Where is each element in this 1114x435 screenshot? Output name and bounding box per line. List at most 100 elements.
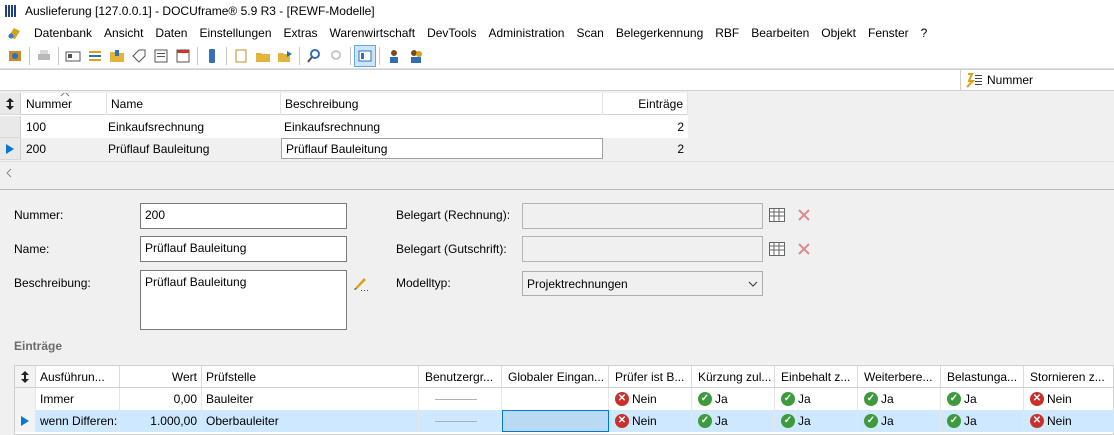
open-folder-icon[interactable] xyxy=(252,45,274,67)
table-row-selected[interactable]: wenn Differen: 1.000,00 Oberbauleiter ✕ N… xyxy=(15,410,1114,432)
search-icon[interactable] xyxy=(303,45,325,67)
row-selector[interactable] xyxy=(0,116,21,138)
cell-ausfuehrung: wenn Differen: xyxy=(36,410,120,432)
belegart-gutschrift-label: Belegart (Gutschrift): xyxy=(396,242,507,256)
toolbar-separator xyxy=(379,46,380,65)
detail-view-icon[interactable] xyxy=(354,44,376,67)
name-label: Name: xyxy=(14,242,50,256)
menu-help[interactable]: ? xyxy=(915,26,934,40)
belegart-rechnung-field[interactable] xyxy=(522,203,763,229)
current-row-icon xyxy=(15,410,36,432)
cell-kuerzung-text: Ja xyxy=(715,392,728,406)
find-disabled-icon[interactable] xyxy=(325,45,347,67)
column-chooser-icon[interactable] xyxy=(0,93,21,115)
cell-globaler-eingang-editor[interactable] xyxy=(502,410,609,432)
col-wert[interactable]: Wert xyxy=(120,366,202,388)
edit-pencil-icon[interactable] xyxy=(352,274,370,292)
menu-devtools[interactable]: DevTools xyxy=(421,26,482,40)
menu-datenbank[interactable]: Datenbank xyxy=(28,26,98,40)
table-row[interactable]: 100 Einkaufsrechnung Einkaufsrechnung 2 xyxy=(0,116,688,138)
col-eintraege[interactable]: Einträge xyxy=(603,93,688,115)
col-stornieren[interactable]: Stornieren z... xyxy=(1024,366,1114,388)
toolbar-separator xyxy=(58,46,59,65)
scroll-left-icon[interactable] xyxy=(6,168,12,178)
table-row-selected[interactable]: 200 Prüflauf Bauleitung Prüflauf Bauleit… xyxy=(0,138,688,160)
print-icon[interactable] xyxy=(33,45,55,67)
menu-daten[interactable]: Daten xyxy=(149,26,193,40)
menu-ansicht[interactable]: Ansicht xyxy=(98,26,149,40)
toolbar-separator xyxy=(226,46,227,65)
list-icon[interactable] xyxy=(84,45,106,67)
report-icon[interactable] xyxy=(150,45,172,67)
menu-einstellungen[interactable]: Einstellungen xyxy=(193,26,277,40)
user-icon[interactable] xyxy=(383,45,405,67)
menu-warenwirtschaft[interactable]: Warenwirtschaft xyxy=(324,26,422,40)
calendar-icon[interactable] xyxy=(172,45,194,67)
entries-grid: Ausführun... Wert Prüfstelle Benutzergr.… xyxy=(14,365,1114,435)
yes-icon: ✓ xyxy=(864,414,878,428)
sort-field[interactable]: Nummer xyxy=(960,70,1114,90)
cell-belastung: ✓ Ja xyxy=(941,410,1024,432)
cell-pruefstelle: Oberbauleiter xyxy=(202,410,419,432)
col-kuerzung[interactable]: Kürzung zul... xyxy=(692,366,775,388)
row-selector[interactable] xyxy=(15,388,36,410)
phone-icon[interactable] xyxy=(201,45,223,67)
name-field[interactable]: Prüflauf Bauleitung xyxy=(140,236,347,262)
clear-icon[interactable] xyxy=(797,242,811,256)
menu-objekt[interactable]: Objekt xyxy=(815,26,862,40)
no-icon: ✕ xyxy=(615,392,629,406)
cell-einbehalt-text: Ja xyxy=(798,392,811,406)
col-weiterberechnung[interactable]: Weiterbere... xyxy=(858,366,941,388)
entries-header: Ausführun... Wert Prüfstelle Benutzergr.… xyxy=(15,366,1114,388)
system-menu-icon[interactable] xyxy=(6,25,22,41)
col-globaler-eingang[interactable]: Globaler Eingan... xyxy=(502,366,609,388)
sort-label: Nummer xyxy=(987,73,1034,87)
col-benutzergruppe[interactable]: Benutzergr... xyxy=(419,366,502,388)
menu-rbf[interactable]: RBF xyxy=(709,26,745,40)
modelltyp-select[interactable]: Projektrechnungen xyxy=(522,271,763,296)
menu-extras[interactable]: Extras xyxy=(278,26,324,40)
menu-administration[interactable]: Administration xyxy=(482,26,570,40)
col-belastung[interactable]: Belastunga... xyxy=(941,366,1024,388)
window-title: Auslieferung [127.0.0.1] - DOCUframe® 5.… xyxy=(25,4,375,18)
col-nummer[interactable]: Nummer xyxy=(22,93,107,115)
table-picker-icon[interactable] xyxy=(769,242,785,256)
cell-eintraege: 2 xyxy=(677,142,684,156)
folder-icon[interactable] xyxy=(106,45,128,67)
address-card-icon[interactable] xyxy=(62,45,84,67)
menu-scan[interactable]: Scan xyxy=(570,26,609,40)
menu-bearbeiten[interactable]: Bearbeiten xyxy=(745,26,815,40)
horizontal-scrollbar[interactable] xyxy=(0,161,1114,183)
export-icon[interactable] xyxy=(274,45,296,67)
col-einbehalt[interactable]: Einbehalt z... xyxy=(775,366,858,388)
connect-icon[interactable] xyxy=(4,45,26,67)
app-icon xyxy=(5,5,19,17)
col-beschreibung[interactable]: Beschreibung xyxy=(281,93,603,115)
splitter[interactable] xyxy=(0,189,1114,193)
cell-einbehalt: ✓ Ja xyxy=(775,410,858,432)
nummer-field[interactable]: 200 xyxy=(140,203,347,229)
users-icon[interactable] xyxy=(405,45,427,67)
col-name[interactable]: Name xyxy=(107,93,281,115)
belegart-gutschrift-field[interactable] xyxy=(522,236,763,262)
menu-fenster[interactable]: Fenster xyxy=(862,26,915,40)
col-pruefer[interactable]: Prüfer ist B... xyxy=(609,366,692,388)
cell-globaler-eingang xyxy=(502,388,609,410)
column-chooser-icon[interactable] xyxy=(15,366,36,388)
clear-icon[interactable] xyxy=(797,208,811,222)
table-row[interactable]: Immer 0,00 Bauleiter ✕ Nein ✓ Ja ✓ Ja ✓ Ja ✓… xyxy=(15,388,1114,410)
cell-wert: 0,00 xyxy=(120,388,202,410)
col-pruefstelle[interactable]: Prüfstelle xyxy=(202,366,419,388)
cell-beschreibung-editor[interactable]: Prüflauf Bauleitung xyxy=(281,138,603,159)
beschreibung-field[interactable]: Prüflauf Bauleitung xyxy=(140,270,347,330)
cell-weiter-text: Ja xyxy=(881,392,894,406)
toolbar-separator xyxy=(350,46,351,65)
cell-wert: 1.000,00 xyxy=(120,410,202,432)
title-bar: Auslieferung [127.0.0.1] - DOCUframe® 5.… xyxy=(0,0,1114,22)
table-picker-icon[interactable] xyxy=(769,208,785,222)
cell-pruefer: ✕ Nein xyxy=(609,388,692,410)
menu-belegerkennung[interactable]: Belegerkennung xyxy=(610,26,709,40)
new-document-icon[interactable] xyxy=(230,45,252,67)
col-ausfuehrung[interactable]: Ausführun... xyxy=(36,366,120,388)
tag-icon[interactable] xyxy=(128,45,150,67)
